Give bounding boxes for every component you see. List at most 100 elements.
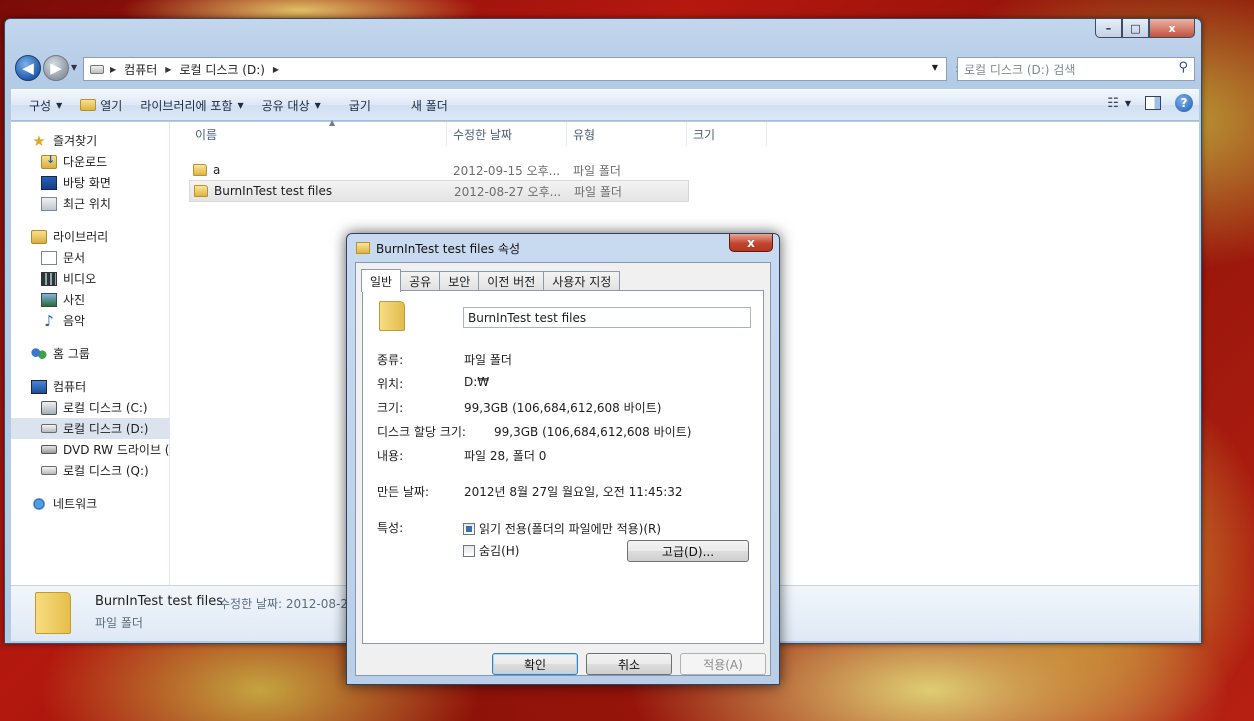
nav-music[interactable]: ♪ 음악: [11, 310, 169, 331]
nav-pictures[interactable]: 사진: [11, 289, 169, 310]
created-label: 만든 날짜:: [377, 485, 430, 499]
chevron-down-icon: ▼: [237, 100, 244, 110]
apply-button[interactable]: 적용(A): [680, 653, 766, 675]
video-icon: [41, 271, 57, 286]
view-options-icon[interactable]: ☷: [1107, 96, 1119, 111]
breadcrumb-disk-d[interactable]: 로컬 디스크 (D:): [179, 61, 264, 78]
nav-label: 홈 그룹: [53, 347, 90, 361]
forward-button[interactable]: ▶: [43, 55, 69, 81]
burn-button[interactable]: 굽기: [349, 97, 371, 114]
nav-dvd[interactable]: DVD RW 드라이브 (: [11, 439, 169, 460]
separator: [377, 472, 751, 473]
column-type[interactable]: 유형: [567, 122, 687, 146]
share-label: 공유 대상: [261, 98, 310, 113]
column-label: 크기: [693, 127, 716, 142]
file-name: BurnInTest test files: [214, 184, 333, 198]
nav-recent[interactable]: 최근 위치: [11, 193, 169, 214]
tab-previous-versions[interactable]: 이전 버전: [478, 271, 545, 291]
address-bar[interactable]: ▶ 컴퓨터 ▶ 로컬 디스크 (D:) ▶ ▼: [83, 57, 947, 81]
picture-icon: [41, 292, 57, 307]
navigation-pane: ★ 즐겨찾기 다운로드 바탕 화면 최근 위치 라이브러리 문서 비디오 사진 ♪…: [11, 122, 170, 585]
tab-customize[interactable]: 사용자 지정: [543, 271, 621, 291]
folder-icon: [356, 242, 370, 254]
column-modified[interactable]: 수정한 날짜: [447, 122, 567, 146]
nav-downloads[interactable]: 다운로드: [11, 151, 169, 172]
dialog-close-button[interactable]: x: [729, 234, 773, 252]
drive-icon: [41, 424, 57, 433]
close-button[interactable]: x: [1149, 19, 1195, 38]
folder-icon: [379, 301, 405, 331]
nav-computer[interactable]: 컴퓨터: [11, 376, 169, 397]
nav-disk-d[interactable]: 로컬 디스크 (D:): [11, 418, 169, 439]
nav-label: 바탕 화면: [63, 176, 111, 190]
maximize-button[interactable]: □: [1122, 19, 1149, 38]
preview-pane-icon[interactable]: [1145, 96, 1161, 110]
organize-label: 구성: [29, 98, 52, 113]
homegroup-icon: [31, 346, 47, 361]
contents-value: 파일 28, 폴더 0: [464, 449, 547, 463]
nav-libraries[interactable]: 라이브러리: [11, 226, 169, 247]
nav-homegroup[interactable]: 홈 그룹: [11, 343, 169, 364]
include-library-button[interactable]: 라이브러리에 포함 ▼: [140, 97, 243, 114]
search-icon[interactable]: ⚲: [1178, 60, 1188, 75]
readonly-label: 읽기 전용(폴더의 파일에만 적용)(R): [479, 522, 662, 536]
nav-videos[interactable]: 비디오: [11, 268, 169, 289]
advanced-button[interactable]: 고급(D)...: [627, 540, 749, 562]
chevron-right-icon[interactable]: ▶: [110, 65, 116, 74]
tab-general[interactable]: 일반: [361, 269, 402, 292]
nav-network[interactable]: 네트워크: [11, 493, 169, 514]
hidden-checkbox[interactable]: 숨김(H): [463, 542, 519, 559]
file-row[interactable]: a 2012-09-15 오후... 파일 폴더: [189, 159, 687, 181]
readonly-checkbox[interactable]: 읽기 전용(폴더의 파일에만 적용)(R): [463, 520, 661, 537]
nav-label: 로컬 디스크 (D:): [63, 422, 149, 436]
share-button[interactable]: 공유 대상 ▼: [262, 97, 321, 114]
type-value: 파일 폴더: [464, 353, 512, 367]
chevron-down-icon[interactable]: ▼: [1125, 99, 1131, 108]
tab-sharing[interactable]: 공유: [400, 271, 441, 291]
help-icon[interactable]: ?: [1175, 94, 1193, 112]
nav-disk-c[interactable]: 로컬 디스크 (C:): [11, 397, 169, 418]
properties-dialog: BurnInTest test files 속성 x 일반 공유 보안 이전 버…: [346, 233, 780, 685]
nav-label: 최근 위치: [63, 197, 111, 211]
document-icon: [41, 250, 57, 265]
network-icon: [31, 496, 47, 511]
dialog-title: BurnInTest test files 속성: [376, 242, 521, 256]
nav-desktop[interactable]: 바탕 화면: [11, 172, 169, 193]
organize-button[interactable]: 구성 ▼: [29, 97, 62, 114]
address-dropdown-icon[interactable]: ▼: [932, 63, 938, 72]
separator: [377, 340, 751, 341]
burn-label: 굽기: [348, 98, 371, 113]
nav-label: 로컬 디스크 (Q:): [63, 464, 149, 478]
dvd-drive-icon: [41, 445, 57, 454]
open-button[interactable]: 열기: [80, 97, 122, 114]
cancel-button[interactable]: 취소: [586, 653, 672, 675]
music-icon: ♪: [44, 311, 54, 330]
nav-label: 비디오: [63, 272, 97, 286]
file-name: a: [213, 163, 221, 177]
file-row[interactable]: BurnInTest test files 2012-08-27 오후... 파…: [189, 180, 689, 202]
search-input[interactable]: 로컬 디스크 (D:) 검색 ⚲: [957, 57, 1195, 81]
nav-disk-q[interactable]: 로컬 디스크 (Q:): [11, 460, 169, 481]
recent-pages-dropdown[interactable]: ▼: [71, 63, 77, 72]
nav-documents[interactable]: 문서: [11, 247, 169, 268]
nav-label: 로컬 디스크 (C:): [63, 401, 148, 415]
open-label: 열기: [100, 98, 123, 113]
type-label: 종류:: [377, 353, 404, 367]
folder-name-input[interactable]: BurnInTest test files: [463, 307, 751, 328]
tab-security[interactable]: 보안: [439, 271, 480, 291]
chevron-right-icon[interactable]: ▶: [165, 65, 171, 74]
minimize-button[interactable]: –: [1095, 19, 1122, 38]
new-folder-button[interactable]: 새 폴더: [411, 97, 448, 114]
location-value: D:₩: [464, 375, 490, 389]
size-value: 99,3GB (106,684,612,608 바이트): [464, 401, 662, 415]
window-caption-buttons: – □ x: [1095, 19, 1195, 38]
breadcrumb-computer[interactable]: 컴퓨터: [124, 61, 157, 78]
nav-favorites[interactable]: ★ 즐겨찾기: [11, 130, 169, 151]
column-size[interactable]: 크기: [687, 122, 767, 146]
ok-button[interactable]: 확인: [492, 653, 578, 675]
separator: [377, 508, 751, 509]
column-name[interactable]: 이름: [189, 122, 447, 146]
back-button[interactable]: ◀: [15, 55, 41, 81]
nav-label: 컴퓨터: [53, 380, 87, 394]
chevron-right-icon[interactable]: ▶: [273, 65, 279, 74]
